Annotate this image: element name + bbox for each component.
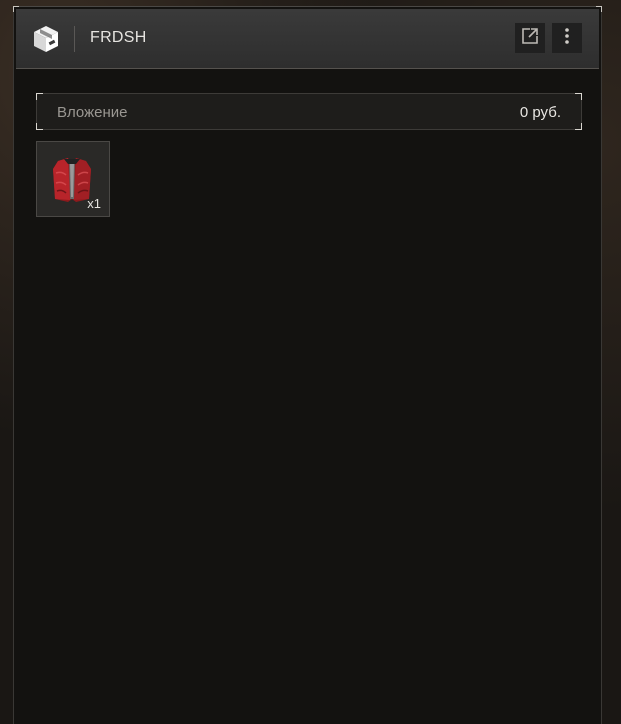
- open-in-window-button[interactable]: [515, 23, 545, 53]
- bar-corner: [575, 123, 582, 130]
- contents-value: 0 руб.: [519, 104, 561, 121]
- external-link-icon: [520, 26, 540, 51]
- more-options-button[interactable]: [552, 23, 582, 53]
- app-background: FRDSH Вложение 0 руб. x1: [0, 0, 621, 724]
- bar-corner: [575, 93, 582, 100]
- item-count: x1: [87, 196, 101, 211]
- container-window: FRDSH Вложение 0 руб. x1: [13, 6, 602, 724]
- contents-label: Вложение: [57, 104, 128, 121]
- more-vertical-icon: [557, 26, 577, 51]
- bar-corner: [36, 93, 43, 100]
- header-divider: [74, 26, 75, 52]
- contents-value-bar: Вложение 0 руб.: [36, 93, 582, 130]
- window-title: FRDSH: [90, 29, 147, 46]
- bar-corner: [36, 123, 43, 130]
- box-icon: [30, 23, 62, 55]
- window-header[interactable]: FRDSH: [16, 9, 599, 69]
- inventory-slot[interactable]: x1: [36, 141, 110, 217]
